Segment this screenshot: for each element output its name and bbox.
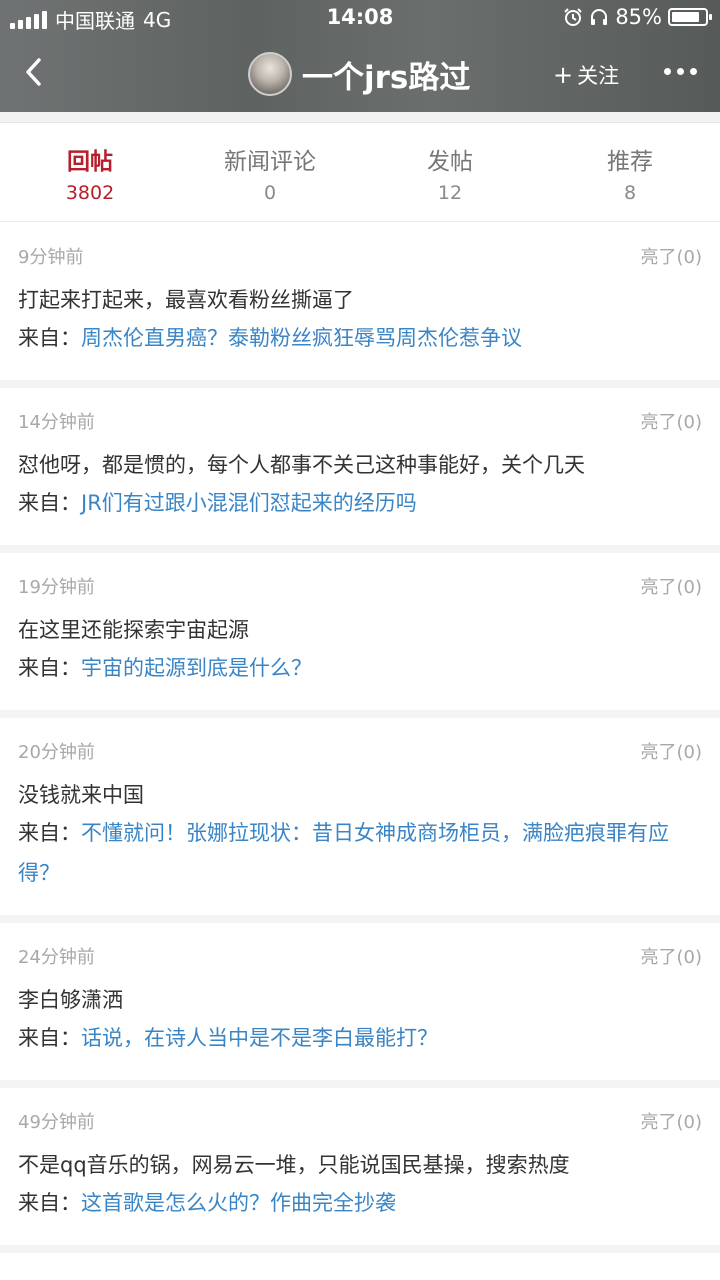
header: 中国联通 4G 14:08 85% 一个jrs路过 + 关注 xyxy=(0,0,720,112)
tab-news-comments[interactable]: 新闻评论 0 xyxy=(180,130,360,221)
tab-label: 新闻评论 xyxy=(224,149,316,175)
post-time: 24分钟前 xyxy=(18,947,95,968)
source-link[interactable]: JR们有过跟小混混们怼起来的经历吗 xyxy=(81,491,417,515)
tab-recommend[interactable]: 推荐 8 xyxy=(540,130,720,221)
list-item[interactable]: 14分钟前 亮了(0) 怼他呀，都是惯的，每个人都事不关己这种事能好，关个几天 … xyxy=(0,388,720,553)
light-button[interactable]: 亮了(0) xyxy=(641,738,703,764)
status-bar: 中国联通 4G 14:08 85% xyxy=(0,0,720,36)
reply-content: 没钱就来中国 xyxy=(18,783,144,807)
plus-icon: + xyxy=(553,61,574,89)
source-prefix: 来自： xyxy=(18,1026,81,1050)
alarm-icon xyxy=(564,8,583,26)
follow-button[interactable]: + 关注 xyxy=(553,60,619,90)
header-gap xyxy=(0,122,720,130)
headphones-icon xyxy=(591,9,608,25)
light-button[interactable]: 亮了(0) xyxy=(641,408,703,434)
tab-count: 12 xyxy=(437,182,463,204)
post-time: 20分钟前 xyxy=(18,742,95,763)
reply-content: 在这里还能探索宇宙起源 xyxy=(18,618,249,642)
tab-replies[interactable]: 回帖 3802 xyxy=(0,130,180,221)
source-link[interactable]: 不懂就问！张娜拉现状：昔日女神成商场柜员，满脸疤痕罪有应得？ xyxy=(18,821,669,885)
source-link[interactable]: 宇宙的起源到底是什么？ xyxy=(81,656,312,680)
source-prefix: 来自： xyxy=(18,1191,81,1215)
list-item[interactable]: 9分钟前 亮了(0) 打起来打起来，最喜欢看粉丝撕逼了 来自：周杰伦直男癌？泰勒… xyxy=(0,223,720,388)
profile-header: 一个jrs路过 xyxy=(248,48,470,100)
dot-icon xyxy=(664,68,671,75)
tab-posts[interactable]: 发帖 12 xyxy=(360,130,540,221)
reply-content: 怼他呀，都是惯的，每个人都事不关己这种事能好，关个几天 xyxy=(18,453,585,477)
post-time: 9分钟前 xyxy=(18,247,84,268)
dot-icon xyxy=(677,68,684,75)
tab-count: 3802 xyxy=(65,182,115,204)
reply-content: 打起来打起来，最喜欢看粉丝撕逼了 xyxy=(18,288,354,312)
tab-label: 回帖 xyxy=(67,149,113,175)
light-button[interactable]: 亮了(0) xyxy=(641,1108,703,1134)
tab-count: 0 xyxy=(263,182,277,204)
light-button[interactable]: 亮了(0) xyxy=(641,243,703,269)
source-prefix: 来自： xyxy=(18,491,81,515)
tab-label: 推荐 xyxy=(607,149,653,175)
light-button[interactable]: 亮了(0) xyxy=(641,573,703,599)
source-link[interactable]: 话说，在诗人当中是不是李白最能打？ xyxy=(81,1026,438,1050)
post-time: 19分钟前 xyxy=(18,577,95,598)
light-button[interactable]: 亮了(0) xyxy=(641,943,703,969)
list-item[interactable]: 19分钟前 亮了(0) 在这里还能探索宇宙起源 来自：宇宙的起源到底是什么？ xyxy=(0,553,720,718)
tab-bar: 回帖 3802 新闻评论 0 发帖 12 推荐 8 xyxy=(0,130,720,222)
source-link[interactable]: 这首歌是怎么火的？作曲完全抄袭 xyxy=(81,1191,396,1215)
battery-icon xyxy=(668,8,712,26)
battery-tip xyxy=(709,14,712,20)
tab-label: 发帖 xyxy=(427,149,473,175)
list-item[interactable]: 24分钟前 亮了(0) 李白够潇洒 来自：话说，在诗人当中是不是李白最能打？ xyxy=(0,923,720,1088)
source-prefix: 来自： xyxy=(18,656,81,680)
list-item[interactable]: 49分钟前 亮了(0) 不是qq音乐的锅，网易云一堆，只能说国民基操，搜索热度 … xyxy=(0,1088,720,1253)
avatar[interactable] xyxy=(248,52,292,96)
reply-content: 李白够潇洒 xyxy=(18,988,123,1012)
source-prefix: 来自： xyxy=(18,326,81,350)
source-prefix: 来自： xyxy=(18,821,81,845)
reply-list: 9分钟前 亮了(0) 打起来打起来，最喜欢看粉丝撕逼了 来自：周杰伦直男癌？泰勒… xyxy=(0,223,720,1253)
status-right: 85% xyxy=(563,5,712,29)
post-time: 14分钟前 xyxy=(18,412,95,433)
reply-content: 不是qq音乐的锅，网易云一堆，只能说国民基操，搜索热度 xyxy=(18,1153,570,1177)
post-time: 49分钟前 xyxy=(18,1112,95,1133)
list-item[interactable]: 20分钟前 亮了(0) 没钱就来中国 来自：不懂就问！张娜拉现状：昔日女神成商场… xyxy=(0,718,720,923)
dot-icon xyxy=(690,68,697,75)
header-divider xyxy=(0,112,720,122)
page-title: 一个jrs路过 xyxy=(302,59,471,96)
back-button[interactable] xyxy=(14,50,54,94)
tab-count: 8 xyxy=(623,182,637,204)
back-arrow-icon xyxy=(26,58,41,86)
battery-fill xyxy=(672,12,700,22)
follow-label: 关注 xyxy=(577,64,620,88)
source-link[interactable]: 周杰伦直男癌？泰勒粉丝疯狂辱骂周杰伦惹争议 xyxy=(81,326,522,350)
nav-bar: 一个jrs路过 + 关注 xyxy=(0,38,720,110)
battery-percent: 85% xyxy=(615,5,662,29)
more-options-button[interactable] xyxy=(664,68,697,75)
